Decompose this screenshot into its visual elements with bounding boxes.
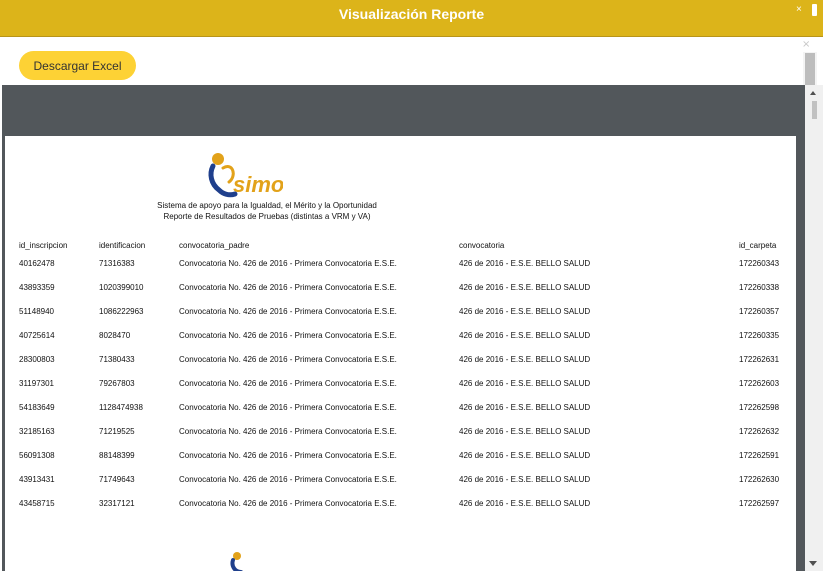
dialog-close-icon[interactable]: × bbox=[802, 39, 810, 50]
cell-id-inscripcion: 43893359 bbox=[19, 283, 55, 292]
cell-convocatoria: 426 de 2016 - E.S.E. BELLO SALUD bbox=[459, 307, 591, 316]
cell-convocatoria: 426 de 2016 - E.S.E. BELLO SALUD bbox=[459, 475, 591, 484]
column-header-id-carpeta: id_carpeta bbox=[739, 241, 777, 250]
cell-convocatoria: 426 de 2016 - E.S.E. BELLO SALUD bbox=[459, 259, 591, 268]
cell-id-carpeta: 172262597 bbox=[739, 499, 780, 508]
cell-id-carpeta: 172262598 bbox=[739, 403, 780, 412]
simo-logo-icon: simo bbox=[208, 153, 283, 198]
logo-text: simo bbox=[233, 172, 283, 197]
window-title: Visualización Reporte bbox=[338, 6, 485, 22]
cell-convocatoria-padre: Convocatoria No. 426 de 2016 - Primera C… bbox=[179, 403, 397, 412]
cell-id-carpeta: 172262630 bbox=[739, 475, 780, 484]
cell-identificacion: 1128474938 bbox=[99, 403, 143, 412]
simo-logo-partial-icon bbox=[230, 552, 243, 571]
cell-id-inscripcion: 43913431 bbox=[19, 475, 55, 484]
cell-convocatoria-padre: Convocatoria No. 426 de 2016 - Primera C… bbox=[179, 451, 397, 460]
column-header-id-inscripcion: id_inscripcion bbox=[19, 241, 68, 250]
cell-convocatoria-padre: Convocatoria No. 426 de 2016 - Primera C… bbox=[179, 259, 397, 268]
cell-convocatoria-padre: Convocatoria No. 426 de 2016 - Primera C… bbox=[179, 499, 397, 508]
cell-convocatoria: 426 de 2016 - E.S.E. BELLO SALUD bbox=[459, 451, 591, 460]
cell-identificacion: 1020399010 bbox=[99, 283, 144, 292]
cell-identificacion: 88148399 bbox=[99, 451, 135, 460]
cell-id-carpeta: 172260338 bbox=[739, 283, 780, 292]
report-caption-line1: Sistema de apoyo para la Igualdad, el Mé… bbox=[157, 201, 377, 210]
cell-identificacion: 71219525 bbox=[99, 427, 135, 436]
report-page: simo Sistema de apoyo para la Igualdad, … bbox=[5, 136, 796, 571]
cell-convocatoria-padre: Convocatoria No. 426 de 2016 - Primera C… bbox=[179, 331, 397, 340]
cell-convocatoria: 426 de 2016 - E.S.E. BELLO SALUD bbox=[459, 355, 591, 364]
cell-convocatoria: 426 de 2016 - E.S.E. BELLO SALUD bbox=[459, 403, 591, 412]
report-scrollbar-thumb[interactable] bbox=[812, 101, 817, 119]
cell-id-inscripcion: 56091308 bbox=[19, 451, 55, 460]
cell-convocatoria: 426 de 2016 - E.S.E. BELLO SALUD bbox=[459, 283, 591, 292]
cell-convocatoria: 426 de 2016 - E.S.E. BELLO SALUD bbox=[459, 331, 591, 340]
close-icon[interactable]: × bbox=[796, 4, 802, 15]
cell-identificacion: 71380433 bbox=[99, 355, 135, 364]
cell-id-inscripcion: 28300803 bbox=[19, 355, 55, 364]
cell-id-carpeta: 172262631 bbox=[739, 355, 780, 364]
scroll-up-arrow-icon[interactable] bbox=[810, 91, 816, 95]
logo-head-icon bbox=[212, 153, 224, 165]
column-header-convocatoria: convocatoria bbox=[459, 241, 505, 250]
cell-convocatoria-padre: Convocatoria No. 426 de 2016 - Primera C… bbox=[179, 307, 397, 316]
cell-id-inscripcion: 51148940 bbox=[19, 307, 54, 316]
column-header-identificacion: identificacion bbox=[99, 241, 146, 250]
cell-identificacion: 71316383 bbox=[99, 259, 135, 268]
cell-id-inscripcion: 31197301 bbox=[19, 379, 54, 388]
cell-convocatoria-padre: Convocatoria No. 426 de 2016 - Primera C… bbox=[179, 355, 397, 364]
cell-id-inscripcion: 43458715 bbox=[19, 499, 55, 508]
cell-convocatoria: 426 de 2016 - E.S.E. BELLO SALUD bbox=[459, 499, 591, 508]
cell-id-carpeta: 172262632 bbox=[739, 427, 780, 436]
cell-convocatoria-padre: Convocatoria No. 426 de 2016 - Primera C… bbox=[179, 427, 397, 436]
report-scrollbar[interactable] bbox=[805, 85, 823, 571]
cell-id-inscripcion: 54183649 bbox=[19, 403, 55, 412]
column-header-convocatoria-padre: convocatoria_padre bbox=[179, 241, 250, 250]
cell-id-inscripcion: 40162478 bbox=[19, 259, 55, 268]
cell-convocatoria-padre: Convocatoria No. 426 de 2016 - Primera C… bbox=[179, 379, 397, 388]
cell-convocatoria: 426 de 2016 - E.S.E. BELLO SALUD bbox=[459, 379, 591, 388]
cell-id-carpeta: 172260343 bbox=[739, 259, 780, 268]
title-bar-edge-tab bbox=[812, 4, 817, 16]
cell-identificacion: 8028470 bbox=[99, 331, 131, 340]
report-viewer: simo Sistema de apoyo para la Igualdad, … bbox=[2, 85, 805, 571]
cell-identificacion: 32317121 bbox=[99, 499, 135, 508]
cell-convocatoria-padre: Convocatoria No. 426 de 2016 - Primera C… bbox=[179, 475, 397, 484]
cell-id-carpeta: 172262591 bbox=[739, 451, 780, 460]
cell-id-carpeta: 172262603 bbox=[739, 379, 780, 388]
scroll-down-arrow-icon[interactable] bbox=[809, 561, 817, 566]
cell-identificacion: 79267803 bbox=[99, 379, 135, 388]
cell-convocatoria-padre: Convocatoria No. 426 de 2016 - Primera C… bbox=[179, 283, 397, 292]
cell-id-carpeta: 172260357 bbox=[739, 307, 780, 316]
download-excel-button[interactable]: Descargar Excel bbox=[19, 51, 136, 80]
cell-convocatoria: 426 de 2016 - E.S.E. BELLO SALUD bbox=[459, 427, 591, 436]
title-bar: Visualización Reporte × bbox=[0, 0, 823, 37]
cell-identificacion: 71749643 bbox=[99, 475, 135, 484]
cell-id-inscripcion: 32185163 bbox=[19, 427, 55, 436]
cell-id-carpeta: 172260335 bbox=[739, 331, 780, 340]
report-caption-line2: Reporte de Resultados de Pruebas (distin… bbox=[163, 212, 371, 221]
cell-identificacion: 1086222963 bbox=[99, 307, 144, 316]
cell-id-inscripcion: 40725614 bbox=[19, 331, 55, 340]
